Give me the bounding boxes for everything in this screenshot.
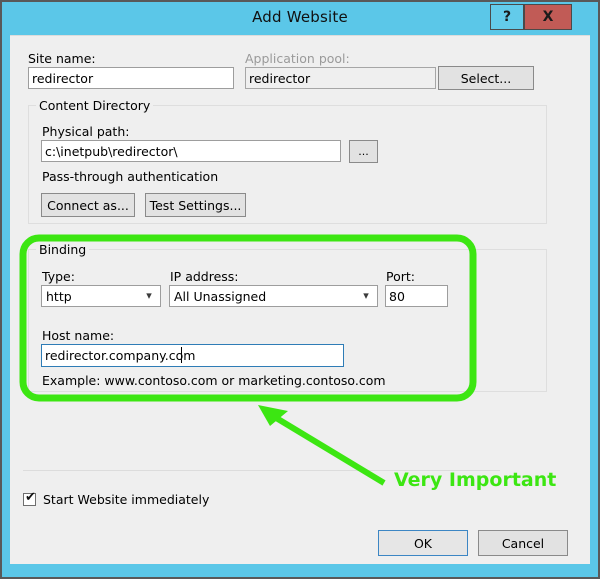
- site-name-input[interactable]: [28, 67, 234, 89]
- application-pool-label: Application pool:: [245, 51, 350, 66]
- pass-through-authentication-label: Pass-through authentication: [42, 169, 219, 184]
- start-website-checkbox[interactable]: ✔: [23, 490, 36, 506]
- ok-button[interactable]: OK: [378, 530, 468, 556]
- site-name-label: Site name:: [28, 51, 96, 66]
- close-button[interactable]: X: [524, 4, 572, 30]
- title-bar: Add Website ? X: [2, 2, 598, 35]
- browse-physical-path-button[interactable]: ...: [349, 140, 378, 163]
- binding-type-select[interactable]: http ▾: [41, 285, 161, 307]
- annotation-label: Very Important: [394, 469, 557, 491]
- text-caret: [181, 347, 182, 363]
- binding-type-value: http: [46, 289, 72, 304]
- binding-type-label: Type:: [42, 269, 75, 284]
- connect-as-button[interactable]: Connect as...: [41, 193, 135, 217]
- binding-ip-value: All Unassigned: [174, 289, 267, 304]
- binding-group: [28, 249, 547, 392]
- binding-ip-label: IP address:: [170, 269, 239, 284]
- chevron-down-icon: ▾: [146, 289, 152, 302]
- physical-path-label: Physical path:: [42, 124, 130, 139]
- application-pool-input[interactable]: [245, 67, 436, 89]
- physical-path-input[interactable]: [41, 140, 341, 162]
- host-name-example-label: Example: www.contoso.com or marketing.co…: [42, 373, 386, 388]
- select-app-pool-button[interactable]: Select...: [438, 66, 534, 90]
- start-website-label: Start Website immediately: [43, 492, 210, 507]
- content-directory-group-label: Content Directory: [36, 98, 154, 113]
- binding-port-label: Port:: [386, 269, 415, 284]
- check-icon: ✔: [25, 490, 36, 505]
- host-name-label: Host name:: [42, 328, 115, 343]
- cancel-button[interactable]: Cancel: [478, 530, 568, 556]
- chevron-down-icon: ▾: [363, 289, 369, 302]
- binding-port-input[interactable]: [385, 285, 448, 307]
- test-settings-button[interactable]: Test Settings...: [145, 193, 246, 217]
- host-name-input[interactable]: [41, 344, 344, 367]
- help-button[interactable]: ?: [490, 4, 524, 30]
- add-website-dialog: Add Website ? X Site name: Application p…: [0, 0, 600, 579]
- binding-ip-select[interactable]: All Unassigned ▾: [169, 285, 378, 307]
- binding-group-label: Binding: [36, 242, 90, 257]
